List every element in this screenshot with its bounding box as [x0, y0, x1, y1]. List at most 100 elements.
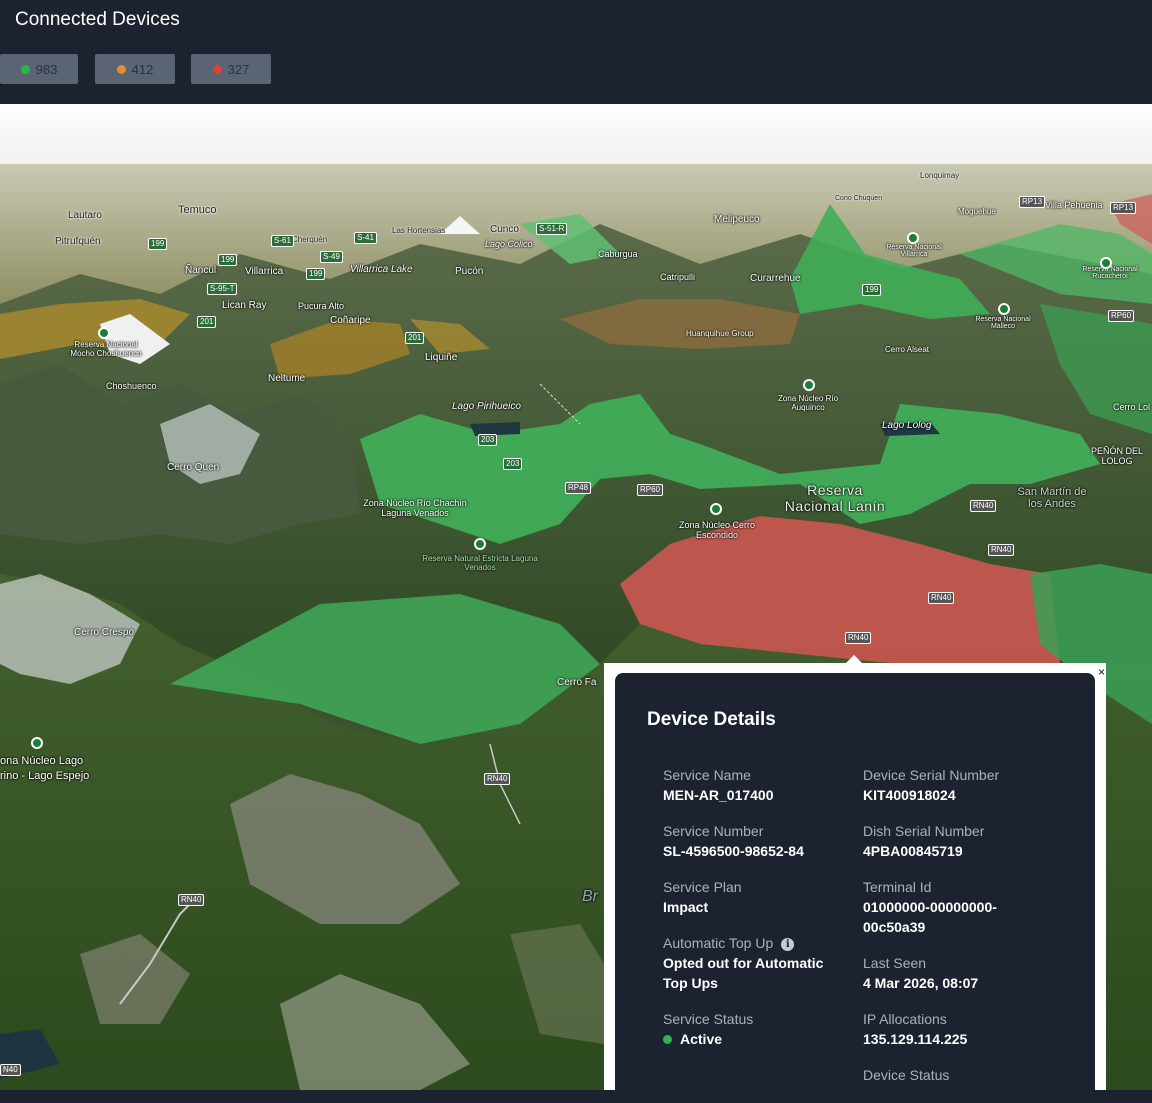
page-title: Connected Devices: [15, 9, 180, 30]
map-label-reserva-mocho: Reserva Nacional Mocho Choshuenco: [70, 340, 142, 358]
ip-allocations-value: 135.129.114.225: [863, 1031, 968, 1047]
terminal-id-value-line2: 00c50a39: [863, 919, 926, 935]
offline-count-button[interactable]: 327: [191, 54, 271, 84]
device-serial-field: Device Serial Number KIT400918024: [863, 765, 1043, 805]
road-rn40-a: RN40: [970, 500, 997, 512]
road-199-d: 199: [862, 284, 882, 296]
service-number-field: Service Number SL-4596500-98652-84: [663, 821, 843, 861]
map-pin-villarrica[interactable]: [907, 232, 919, 244]
service-status-row: Active: [663, 1029, 843, 1049]
service-status-value: Active: [680, 1031, 723, 1047]
map-label-cunco: Cunco: [490, 224, 519, 235]
map-label-cerro-alseat: Cerro Alseat: [885, 345, 930, 354]
map-label-cerro-fa: Cerro Fa: [557, 677, 597, 688]
terminal-id-field: Terminal Id 01000000-00000000- 00c50a39: [863, 877, 1043, 937]
warning-count-button[interactable]: 412: [95, 54, 175, 84]
auto-top-up-value-line1: Opted out for Automatic: [663, 955, 824, 971]
dish-serial-value: 4PBA00845719: [863, 843, 963, 859]
device-details-title: Device Details: [647, 709, 776, 730]
offline-count: 327: [227, 61, 250, 77]
map-label-pucon: Pucón: [455, 266, 484, 277]
map-pin-rucacheroi[interactable]: [1100, 257, 1112, 269]
map-label-melipeuco: Melipeuco: [714, 214, 760, 225]
map-label-moguehue: Moguehue: [958, 207, 996, 216]
map-label-huanquihue: Huanquihue Group: [686, 329, 754, 338]
road-s51r: S-51-R: [536, 223, 568, 235]
map-pin-cerro-escondido[interactable]: [710, 503, 722, 515]
map-label-zona-cerro-escondido: Zona Núcleo Cerro Escondido: [678, 520, 756, 540]
ip-allocations-field: IP Allocations 135.129.114.225: [863, 1009, 1043, 1049]
auto-top-up-label: Automatic Top Up: [663, 935, 774, 951]
online-count-button[interactable]: 983: [0, 54, 78, 84]
info-icon[interactable]: i: [781, 937, 795, 951]
map-label-pitrufquen: Pitrufquén: [55, 236, 101, 247]
auto-top-up-field: Automatic Top Up i Opted out for Automati…: [663, 933, 843, 993]
map-label-zona-lago-espejo-2: rino - Lago Espejo: [0, 770, 90, 782]
map-label-villarrica-lake: Villarrica Lake: [350, 264, 413, 275]
service-name-field: Service Name MEN-AR_017400: [663, 765, 843, 805]
road-rn40-f: RN40: [178, 894, 205, 906]
online-count: 983: [35, 61, 58, 77]
service-status-field: Service Status Active: [663, 1009, 843, 1049]
map-label-reserva-villarrica: Reserva Nacional Villarrica: [886, 244, 942, 258]
device-serial-value: KIT400918024: [863, 787, 956, 803]
map-label-reserva-malleco: Reserva Nacional Malleco: [975, 316, 1031, 330]
map-label-conaripe: Coñaripe: [330, 315, 371, 326]
map-label-reserva-rucacheroi: Reserva Nacional Rucacheroi: [1082, 266, 1138, 280]
map-pin-reserva-mocho[interactable]: [98, 327, 110, 339]
map-label-pucura-alto: Pucura Alto: [298, 301, 345, 311]
terminal-id-value-line1: 01000000-00000000-: [863, 899, 997, 915]
road-s61: S-61: [271, 235, 294, 247]
device-details-card: Device Details Service Name MEN-AR_01740…: [615, 673, 1095, 1103]
map-label-san-martin: San Martín de los Andes: [1017, 486, 1087, 510]
device-details-popup: × Device Details Service Name MEN-AR_017…: [604, 655, 1106, 1103]
map-pin-laguna-venados[interactable]: [474, 538, 486, 550]
map-label-villa-pehuenia: Villa Pehuenia: [1045, 200, 1103, 210]
road-s41: S-41: [354, 232, 377, 244]
road-199-a: 199: [148, 238, 168, 250]
map-label-cono-chuquen: Cono Chuquen: [835, 195, 883, 202]
terminal-id-label: Terminal Id: [863, 879, 932, 895]
map-label-catripulli: Catripulli: [660, 272, 696, 282]
road-201-b: 201: [405, 332, 425, 344]
device-status-field: Device Status: [863, 1065, 1043, 1085]
ip-allocations-label: IP Allocations: [863, 1011, 947, 1027]
map-pin-rio-auquinco[interactable]: [803, 379, 815, 391]
green-status-dot: [20, 64, 30, 74]
map-label-zona-lago-espejo: ona Núcleo Lago: [0, 755, 84, 767]
service-name-value: MEN-AR_017400: [663, 787, 774, 803]
map-label-lautaro: Lautaro: [68, 210, 102, 221]
map-label-villarrica: Villarrica: [245, 266, 284, 277]
map-pin-malleco[interactable]: [998, 303, 1010, 315]
map-label-caburgua: Caburgua: [598, 249, 638, 259]
map-label-curarrehue: Curarrehue: [750, 273, 801, 284]
active-status-dot: [663, 1034, 672, 1044]
auto-top-up-value-line2: Top Ups: [663, 975, 718, 991]
road-rn40-b: RN40: [988, 544, 1015, 556]
road-s95t: S-95-T: [207, 283, 238, 295]
road-rp13-a: RP13: [1019, 196, 1046, 208]
service-plan-field: Service Plan Impact: [663, 877, 843, 917]
road-rn40-g: N40: [0, 1064, 21, 1076]
road-199-b: 199: [218, 254, 238, 266]
last-seen-label: Last Seen: [863, 955, 927, 971]
road-rn40-d: RN40: [845, 632, 872, 644]
map-label-reserva-lanin: Reserva Nacional Lanín: [784, 482, 886, 514]
orange-status-dot: [116, 64, 126, 74]
road-199-c: 199: [306, 268, 326, 280]
warning-count: 412: [131, 61, 154, 77]
map-label-temuco: Temuco: [178, 204, 217, 216]
road-rn40-c: RN40: [928, 592, 955, 604]
dish-serial-label: Dish Serial Number: [863, 823, 985, 839]
map-label-cerro-lol: Cerro Lol: [1113, 402, 1151, 412]
close-icon[interactable]: ×: [1098, 666, 1105, 678]
map-label-lonquimay: Lonquimay: [920, 171, 960, 180]
header-bar: Connected Devices 983 412 327: [0, 0, 1152, 104]
device-serial-label: Device Serial Number: [863, 767, 1000, 783]
service-number-label: Service Number: [663, 823, 764, 839]
road-203-b: 203: [503, 458, 523, 470]
service-name-label: Service Name: [663, 767, 751, 783]
last-seen-field: Last Seen 4 Mar 2026, 08:07: [863, 953, 1043, 993]
map-pin-lago-espejo[interactable]: [31, 737, 43, 749]
map-label-lican-ray: Lican Ray: [222, 300, 267, 311]
